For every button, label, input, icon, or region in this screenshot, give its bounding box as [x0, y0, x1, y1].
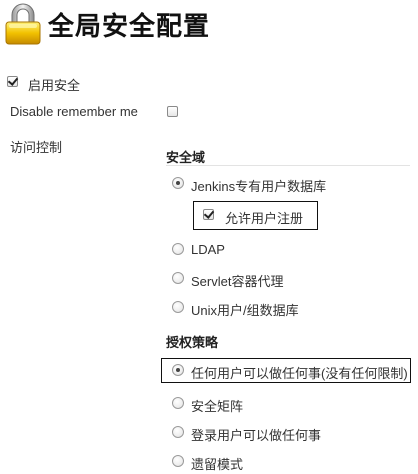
auth-radio-matrix[interactable] [172, 397, 184, 409]
lock-icon [5, 3, 41, 45]
access-control-label: 访问控制 [10, 140, 63, 155]
realm-label-unix[interactable]: Unix用户/组数据库 [191, 300, 299, 319]
realm-radio-ldap[interactable] [172, 243, 184, 255]
page-header: 全局安全配置 [0, 0, 418, 50]
realm-label-servlet[interactable]: Servlet容器代理 [191, 271, 283, 290]
authorization-title: 授权策略 [166, 335, 219, 350]
auth-label-legacy[interactable]: 遗留模式 [191, 454, 243, 473]
security-realm-title: 安全域 [166, 150, 206, 165]
enable-security-label[interactable]: 启用安全 [28, 75, 80, 94]
auth-label-matrix[interactable]: 安全矩阵 [191, 396, 243, 415]
disable-remember-me-checkbox[interactable] [167, 106, 178, 117]
realm-radio-servlet[interactable] [172, 272, 184, 284]
allow-signup-checkbox[interactable] [203, 209, 214, 220]
allow-signup-label[interactable]: 允许用户注册 [225, 208, 303, 227]
auth-radio-legacy[interactable] [172, 455, 184, 467]
realm-label-ldap[interactable]: LDAP [191, 242, 225, 257]
auth-label-anyone[interactable]: 任何用户可以做任何事(没有任何限制) [191, 363, 408, 382]
auth-label-logged-in[interactable]: 登录用户可以做任何事 [191, 425, 321, 444]
disable-remember-me-label: Disable remember me [10, 104, 138, 119]
global-security-page: 全局安全配置 启用安全 Disable remember me 访问控制 安全域… [0, 0, 418, 474]
page-title: 全局安全配置 [48, 11, 211, 41]
auth-radio-logged-in[interactable] [172, 426, 184, 438]
realm-radio-unix[interactable] [172, 301, 184, 313]
security-realm-divider [166, 165, 410, 166]
realm-label-jenkins[interactable]: Jenkins专有用户数据库 [191, 176, 326, 195]
realm-radio-jenkins[interactable] [172, 177, 184, 189]
enable-security-checkbox[interactable] [7, 76, 18, 87]
auth-radio-anyone[interactable] [172, 364, 184, 376]
